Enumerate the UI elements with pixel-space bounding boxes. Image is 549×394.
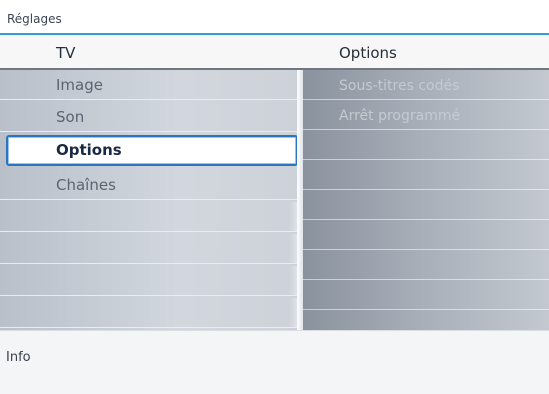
submenu-item-label: Arrêt programmé <box>339 108 461 124</box>
menu-item-options[interactable]: Options <box>6 135 298 166</box>
submenu-item-empty <box>303 160 549 190</box>
info-label: Info <box>6 350 31 365</box>
menu-item-label: Image <box>56 76 103 94</box>
menu-item-empty <box>0 298 297 328</box>
submenu-header-title: Options <box>339 44 397 62</box>
menu-item-label: Son <box>56 108 85 126</box>
menu-header: TV Options <box>0 35 549 70</box>
submenu-item-empty <box>303 280 549 310</box>
window-title: Réglages <box>7 12 62 26</box>
menu-item-empty <box>0 202 297 232</box>
menu-item-empty <box>0 234 297 264</box>
submenu-item-empty <box>303 190 549 220</box>
submenu-item-arret-programme[interactable]: Arrêt programmé <box>303 100 549 130</box>
main-menu: Image Son Options Chaînes <box>0 70 298 330</box>
menu-item-chaines[interactable]: Chaînes <box>0 170 297 200</box>
submenu-item-empty <box>303 250 549 280</box>
menu-item-image[interactable]: Image <box>0 70 297 100</box>
menu-item-label: Chaînes <box>56 176 116 194</box>
submenu-item-empty <box>303 130 549 160</box>
submenu-item-sous-titres[interactable]: Sous-titres codés <box>303 70 549 100</box>
menu-item-empty <box>0 266 297 296</box>
info-footer: Info <box>0 330 549 394</box>
menu-item-son[interactable]: Son <box>0 102 297 132</box>
submenu-item-empty <box>303 220 549 250</box>
submenu-item-label: Sous-titres codés <box>339 78 460 94</box>
title-bar: Réglages <box>0 0 549 35</box>
footer-divider <box>0 330 549 331</box>
menu-header-title: TV <box>56 44 76 62</box>
menu-item-label: Options <box>56 141 122 159</box>
submenu-panel: Sous-titres codés Arrêt programmé <box>303 70 549 330</box>
